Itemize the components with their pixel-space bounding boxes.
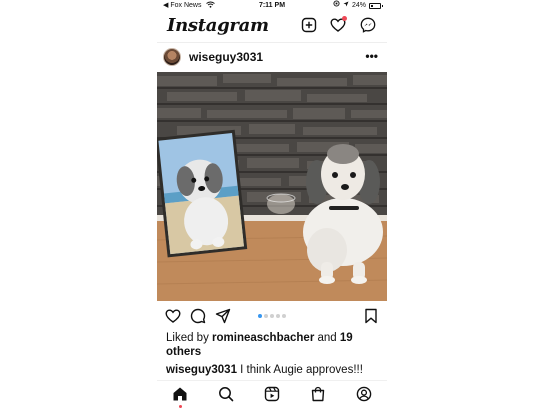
search-icon[interactable] <box>218 386 234 402</box>
caption-username[interactable]: wiseguy3031 <box>166 364 237 376</box>
post-header: wiseguy3031 ••• <box>157 42 387 71</box>
liked-by-user-link[interactable]: romineaschbacher <box>212 332 314 344</box>
new-post-icon[interactable] <box>301 17 317 33</box>
location-icon <box>343 0 349 12</box>
likes-prefix: Liked by <box>166 332 213 344</box>
more-options-button[interactable]: ••• <box>365 49 378 63</box>
status-bar: ◀ Fox News 7:11 PM 24% <box>157 0 387 12</box>
home-icon[interactable] <box>172 386 188 408</box>
carousel-dot <box>282 314 286 318</box>
post-photo[interactable] <box>157 72 387 301</box>
post-username[interactable]: wiseguy3031 <box>189 50 263 64</box>
avatar[interactable] <box>163 48 181 66</box>
app-header: Instagram <box>157 12 387 40</box>
post-caption: wiseguy3031 I think Augie approves!!! <box>166 363 387 377</box>
phone-screen: ◀ Fox News 7:11 PM 24% Instagram wiseguy… <box>157 0 387 408</box>
likes-summary: Liked by romineaschbacher and 19 others <box>166 331 381 359</box>
shop-icon[interactable] <box>310 386 326 402</box>
reels-icon[interactable] <box>264 386 280 402</box>
messenger-icon[interactable] <box>360 17 376 33</box>
dog-photo-image <box>157 72 387 301</box>
battery-icon <box>369 3 383 9</box>
caption-text: I think Augie approves!!! <box>236 364 363 376</box>
notification-dot <box>342 16 347 21</box>
carousel-dot <box>270 314 274 318</box>
profile-icon[interactable] <box>356 386 372 402</box>
carousel-dot <box>264 314 268 318</box>
instagram-logo[interactable]: Instagram <box>167 15 269 36</box>
post-actions <box>157 304 387 330</box>
activity-heart-icon[interactable] <box>330 16 347 33</box>
carousel-dot <box>258 314 262 318</box>
battery-percent: 24% <box>351 2 366 9</box>
carousel-indicator <box>157 314 387 318</box>
likes-middle: and <box>314 332 340 344</box>
bottom-navigation <box>157 380 387 408</box>
status-right: 24% <box>333 0 383 12</box>
bookmark-icon[interactable] <box>363 308 379 324</box>
carousel-dot <box>276 314 280 318</box>
orientation-lock-icon <box>333 0 340 12</box>
